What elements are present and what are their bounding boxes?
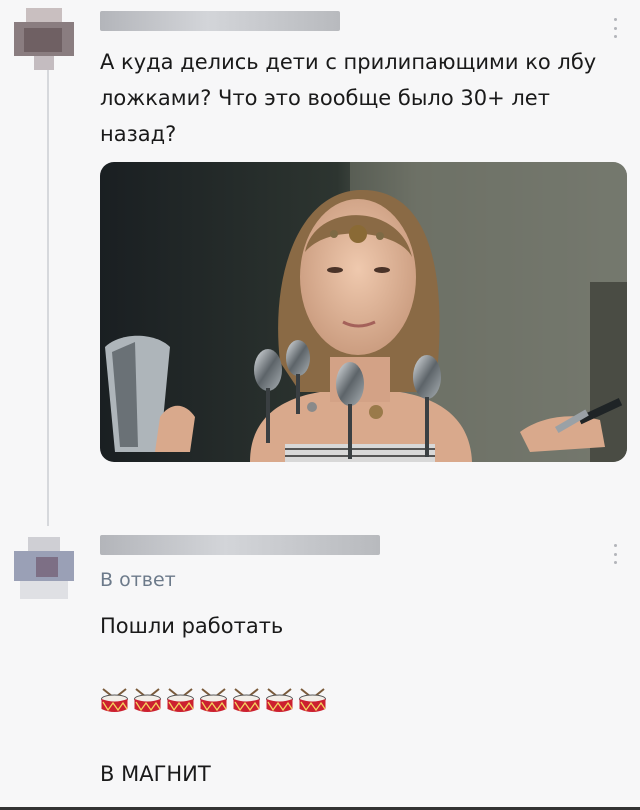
drum-emoji-row [100,688,327,719]
drum-emoji [232,688,261,719]
drum-emoji [133,688,162,719]
more-options-icon[interactable] [608,544,622,564]
reply-link[interactable]: В ответ [100,569,176,591]
avatar[interactable] [14,8,74,70]
post-text: А куда делись дети с прилипающими ко лбу… [100,50,597,146]
drum-emoji [265,688,294,719]
avatar[interactable] [14,537,74,599]
drum-emoji [100,688,129,719]
drum-emoji [298,688,327,719]
drum-emoji [199,688,228,719]
author-name-blurred[interactable] [100,11,340,31]
reply-final-text: В МАГНИТ [100,762,211,786]
more-options-icon[interactable] [608,18,622,38]
thread-line [47,46,49,526]
drum-emoji [166,688,195,719]
author-name-blurred[interactable] [100,535,380,555]
post-photo[interactable] [100,162,627,462]
reply-text: Пошли работать [100,614,284,638]
